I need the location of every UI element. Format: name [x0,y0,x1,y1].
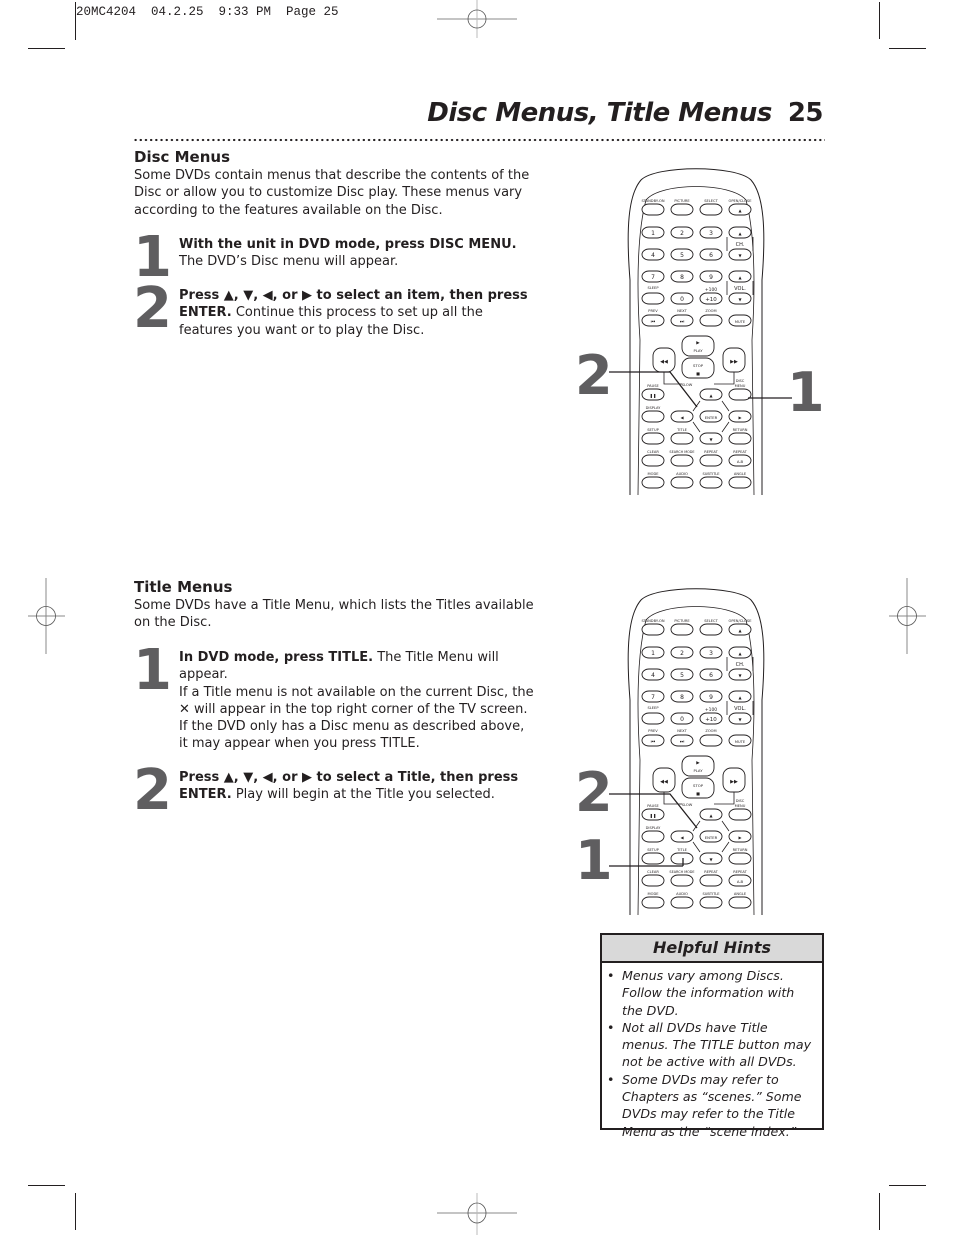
helpful-hints-box: Helpful Hints Menus vary among Discs. Fo… [600,933,824,1139]
helpful-hints-list: Menus vary among Discs. Follow the infor… [602,963,822,1140]
hint-item: Menus vary among Discs. Follow the infor… [607,967,816,1019]
hint-item: Not all DVDs have Title menus. The TITLE… [607,1019,816,1071]
hint-item: Some DVDs may refer to Chapters as “scen… [607,1071,816,1140]
helpful-hints-heading: Helpful Hints [602,935,822,963]
